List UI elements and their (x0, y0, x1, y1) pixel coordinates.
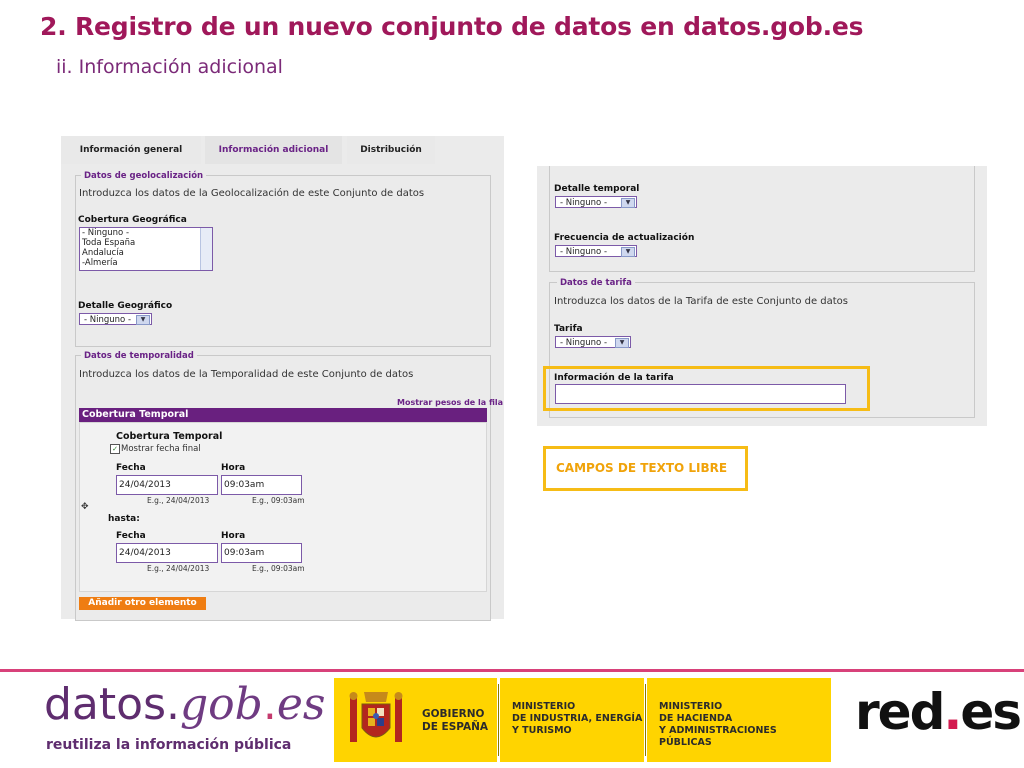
listbox-scrollbar[interactable] (200, 228, 212, 270)
frecuencia-select[interactable]: - Ninguno - ▼ (555, 245, 637, 257)
detalle-geografico-select[interactable]: - Ninguno - ▼ (79, 313, 152, 325)
logo-text-gob: gob (179, 679, 263, 730)
frecuencia-label: Frecuencia de actualización (554, 233, 695, 243)
form-screenshot-left: Información general Información adiciona… (61, 136, 504, 621)
datos-gob-es-logo[interactable]: datos.gob.es (44, 680, 325, 730)
footer-divider (0, 669, 1024, 672)
fecha-label-end: Fecha (116, 531, 146, 541)
hasta-label: hasta: (108, 514, 140, 524)
fecha-hint-end: E.g., 24/04/2013 (147, 564, 210, 573)
logo-text-red-es: es (960, 683, 1022, 741)
inner-title: Cobertura Temporal (116, 431, 223, 442)
hora-label-end: Hora (221, 531, 246, 541)
tab-panel: Datos de geolocalización Introduzca los … (61, 164, 504, 621)
chevron-down-icon: ▼ (136, 315, 150, 325)
mostrar-pesos-link[interactable]: Mostrar pesos de la fila (397, 398, 503, 407)
footer-separator (498, 684, 499, 756)
select-value: - Ninguno - (560, 338, 608, 348)
list-option[interactable]: -Almería (82, 258, 212, 268)
red-es-logo[interactable]: red.es (855, 683, 1022, 741)
hora-hint-end: E.g., 09:03am (252, 564, 305, 573)
ministerio-industria-text: MINISTERIO DE INDUSTRIA, ENERGÍA Y TURIS… (512, 701, 643, 736)
geolocalizacion-intro: Introduzca los datos de la Geolocalizaci… (79, 188, 425, 199)
legend-tarifa: Datos de tarifa (557, 278, 635, 288)
fecha-fin-input[interactable]: 24/04/2013 (116, 543, 218, 563)
ministerio-hacienda-text: MINISTERIO DE HACIENDA Y ADMINISTRACIONE… (659, 701, 777, 748)
tarifa-intro: Introduzca los datos de la Tarifa de est… (554, 296, 849, 307)
tarifa-label: Tarifa (554, 324, 583, 334)
hora-inicio-input[interactable]: 09:03am (221, 475, 302, 495)
hora-hint: E.g., 09:03am (252, 496, 305, 505)
tab-informacion-adicional[interactable]: Información adicional (205, 136, 342, 164)
temporalidad-intro: Introduzca los datos de la Temporalidad … (79, 369, 414, 380)
detalle-geografico-label: Detalle Geográfico (78, 301, 173, 311)
tab-distribucion[interactable]: Distribución (347, 136, 435, 164)
select-value: - Ninguno - (560, 198, 608, 208)
mostrar-fecha-final-checkbox[interactable]: ✓ (110, 444, 120, 454)
chevron-down-icon: ▼ (621, 198, 635, 208)
callout-campos-texto-libre: CAMPOS DE TEXTO LIBRE (543, 446, 748, 491)
logo-text-datos: datos. (44, 679, 180, 730)
chevron-down-icon: ▼ (615, 338, 629, 348)
tab-informacion-general[interactable]: Información general (61, 136, 201, 164)
logo-tagline: reutiliza la información pública (46, 737, 292, 753)
fecha-inicio-input[interactable]: 24/04/2013 (116, 475, 218, 495)
fecha-hint: E.g., 24/04/2013 (147, 496, 210, 505)
cobertura-geografica-listbox[interactable]: - Ninguno - Toda España Andalucía -Almer… (79, 227, 213, 271)
select-value: - Ninguno - (84, 315, 132, 325)
slide-subtitle: ii. Información adicional (56, 56, 283, 78)
hora-label: Hora (221, 463, 246, 473)
select-value: - Ninguno - (560, 247, 608, 257)
cobertura-geografica-label: Cobertura Geográfica (78, 215, 187, 225)
fecha-label: Fecha (116, 463, 146, 473)
gobierno-block: GOBIERNO DE ESPAÑA (334, 678, 497, 762)
footer-separator (645, 684, 646, 756)
drag-handle-icon[interactable]: ✥ (81, 502, 89, 512)
form-screenshot-right: Detalle temporal - Ninguno - ▼ Frecuenci… (537, 166, 987, 426)
logo-text-es: es (276, 679, 326, 730)
coat-of-arms-icon (349, 692, 403, 742)
hora-fin-input[interactable]: 09:03am (221, 543, 302, 563)
logo-text-red: red (855, 683, 945, 741)
anadir-otro-elemento-button[interactable]: Añadir otro elemento (79, 597, 206, 610)
checkbox-label: Mostrar fecha final (121, 444, 201, 454)
list-option[interactable]: Toda España (82, 238, 212, 248)
ministerio-industria-block: MINISTERIO DE INDUSTRIA, ENERGÍA Y TURIS… (500, 678, 644, 762)
logo-text-dot: . (262, 679, 277, 730)
legend-temporalidad: Datos de temporalidad (81, 351, 197, 361)
tarifa-select[interactable]: - Ninguno - ▼ (555, 336, 631, 348)
legend-geolocalizacion: Datos de geolocalización (81, 171, 207, 181)
chevron-down-icon: ▼ (621, 247, 635, 257)
ministerio-hacienda-block: MINISTERIO DE HACIENDA Y ADMINISTRACIONE… (647, 678, 831, 762)
slide-title: 2. Registro de un nuevo conjunto de dato… (40, 12, 864, 41)
list-option[interactable]: - Ninguno - (82, 228, 212, 238)
highlight-box (543, 366, 870, 411)
detalle-temporal-label: Detalle temporal (554, 184, 640, 194)
list-option[interactable]: Andalucía (82, 248, 212, 258)
cobertura-temporal-bar: Cobertura Temporal (79, 408, 487, 422)
logo-text-red-dot: . (943, 683, 962, 741)
gobierno-text: GOBIERNO DE ESPAÑA (422, 708, 489, 733)
detalle-temporal-select[interactable]: - Ninguno - ▼ (555, 196, 637, 208)
